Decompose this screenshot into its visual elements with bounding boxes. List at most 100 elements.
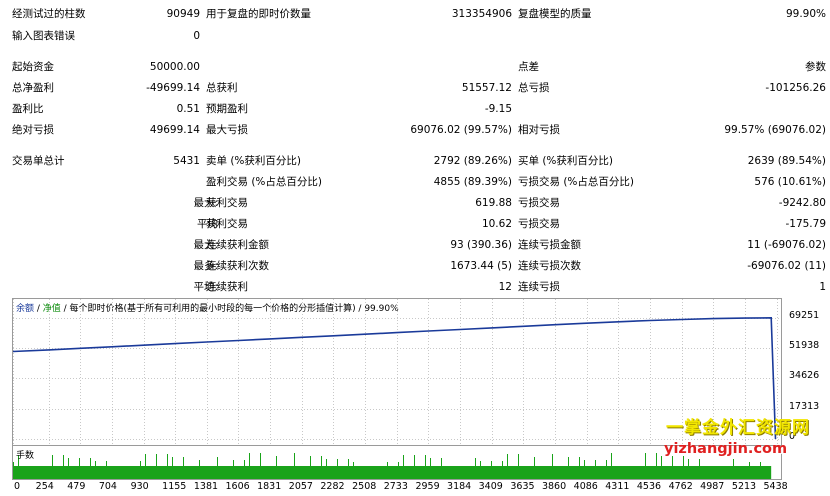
- x-tick-label: 1606: [225, 481, 250, 492]
- stats-label-3: 连续亏损次数: [518, 260, 581, 272]
- stats-label-1: 起始资金: [12, 61, 54, 73]
- stats-value-2: -9.15: [484, 103, 512, 115]
- volume-spike: [579, 457, 580, 466]
- volume-spike: [568, 457, 569, 466]
- stats-label-2: 卖单 (%获利百分比): [206, 155, 302, 167]
- stats-value-1: -49699.14: [146, 82, 200, 94]
- volume-spike: [595, 460, 596, 466]
- volume-spike: [749, 462, 750, 466]
- volume-spike: [480, 461, 481, 466]
- stats-label-1: 总净盈利: [12, 82, 54, 94]
- x-tick-label: 4536: [636, 481, 662, 492]
- stats-label-3: 连续亏损金额: [518, 239, 581, 251]
- stats-row: 平均: 连续获利 12 连续亏损 1: [0, 277, 830, 298]
- x-tick-label: 704: [98, 481, 117, 492]
- stats-label-3: 总亏损: [518, 82, 550, 94]
- volume-spike: [353, 462, 354, 466]
- x-tick-label: 4311: [605, 481, 630, 492]
- volume-spike: [672, 456, 673, 466]
- volume-spike: [167, 454, 168, 466]
- x-axis: 0 254 479 704 930 1155 1381 1606 1831 2057 2282 250…: [0, 479, 830, 496]
- volume-spike: [156, 454, 157, 466]
- stats-label-3: 亏损交易 (%占总百分比): [518, 176, 635, 188]
- volume-spike: [63, 455, 64, 466]
- volume-spike: [507, 454, 508, 466]
- y-tick-label: 34626: [789, 370, 820, 382]
- x-tick-label: 3409: [478, 481, 503, 492]
- volume-spike: [140, 461, 141, 466]
- stats-value-2: 93 (390.36): [450, 239, 512, 251]
- volume-spike: [518, 454, 519, 466]
- volume-spike: [294, 453, 295, 466]
- stats-value-1: 0.51: [176, 103, 200, 115]
- volume-spike: [606, 460, 607, 466]
- stats-row: 经测试过的柱数 90949 用于复盘的即时价数量 313354906 复盘模型的质量 99…: [0, 4, 830, 25]
- stats-row: 最多: 连续获利次数 1673.44 (5) 连续亏损次数 -69076.02 (11): [0, 256, 830, 277]
- stats-label-2: 预期盈利: [206, 103, 248, 115]
- volume-spike: [534, 457, 535, 466]
- stats-value-2: 1673.44 (5): [450, 260, 512, 272]
- x-tick-label: 479: [67, 481, 86, 492]
- stats-label-3: 亏损交易: [518, 197, 560, 209]
- stats-label-2: 连续获利次数: [206, 260, 269, 272]
- volume-spike: [79, 458, 80, 466]
- stats-label-2: 连续获利: [206, 281, 248, 293]
- stats-label-1: 经测试过的柱数: [12, 8, 86, 20]
- stats-label-2: 获利交易: [206, 218, 248, 230]
- volume-label: 手数: [16, 451, 35, 461]
- volume-spike: [645, 453, 646, 466]
- stats-value-2: 2792 (89.26%): [433, 155, 512, 167]
- volume-spike: [52, 455, 53, 466]
- stats-value-2: 619.88: [475, 197, 512, 209]
- stats-value-2: 10.62: [481, 218, 512, 230]
- x-tick-label: 3860: [541, 481, 567, 492]
- x-tick-label: 2508: [352, 481, 377, 492]
- x-tick-label: 0: [14, 481, 21, 492]
- volume-spike: [403, 455, 404, 466]
- volume-spike: [656, 453, 657, 466]
- volume-spike: [430, 458, 431, 466]
- x-tick-label: 3635: [510, 481, 535, 492]
- stats-value-2: 51557.12: [461, 82, 512, 94]
- stats-label-1: 绝对亏损: [12, 124, 54, 136]
- stats-row: 盈利比 0.51 预期盈利 -9.15: [0, 99, 830, 120]
- volume-spike: [68, 458, 69, 466]
- volume-spike: [688, 459, 689, 466]
- stats-value-1: 49699.14: [149, 124, 200, 136]
- stats-value-3: 576 (10.61%): [754, 176, 826, 188]
- x-tick-label: 3184: [447, 481, 472, 492]
- volume-spike: [260, 453, 261, 466]
- stats-label-3: 买单 (%获利百分比): [518, 155, 614, 167]
- stats-value-1: 0: [193, 30, 200, 42]
- volume-spike: [699, 459, 700, 466]
- volume-spike: [387, 462, 388, 466]
- volume-spike: [13, 462, 14, 466]
- stats-value-3: 2639 (89.54%): [747, 155, 826, 167]
- volume-spike: [441, 458, 442, 466]
- stats-value-3: -101256.26: [765, 82, 826, 94]
- y-tick-label: 17313: [789, 400, 820, 412]
- volume-spike: [90, 458, 91, 466]
- y-tick-label: 69251: [789, 309, 820, 321]
- volume-spike: [145, 454, 146, 466]
- volume-spike: [552, 454, 553, 466]
- stats-label-2: 总获利: [206, 82, 238, 94]
- stats-row: 输入图表错误 0: [0, 26, 830, 47]
- watermark-cn: 一掌金外汇资源网: [666, 418, 810, 438]
- x-tick-label: 254: [35, 481, 54, 492]
- stats-row: 平均 获利交易 10.62 亏损交易 -175.79: [0, 214, 830, 235]
- stats-value-2: 69076.02 (99.57%): [410, 124, 512, 136]
- stats-value-2: 313354906: [451, 8, 512, 20]
- stats-value-1: 50000.00: [149, 61, 200, 73]
- stats-row: 绝对亏损 49699.14 最大亏损 69076.02 (99.57%) 相对亏损 99.…: [0, 120, 830, 141]
- volume-spike: [106, 461, 107, 466]
- volume-spike: [760, 462, 761, 466]
- volume-spike: [337, 459, 338, 466]
- x-tick-label: 2057: [288, 481, 313, 492]
- x-tick-label: 1831: [257, 481, 282, 492]
- stats-row: 盈利交易 (%占总百分比) 4855 (89.39%) 亏损交易 (%占总百分比) 5…: [0, 172, 830, 193]
- x-tick-label: 1381: [193, 481, 219, 492]
- volume-spike: [502, 461, 503, 466]
- volume-spike: [244, 460, 245, 466]
- volume-spike: [199, 460, 200, 466]
